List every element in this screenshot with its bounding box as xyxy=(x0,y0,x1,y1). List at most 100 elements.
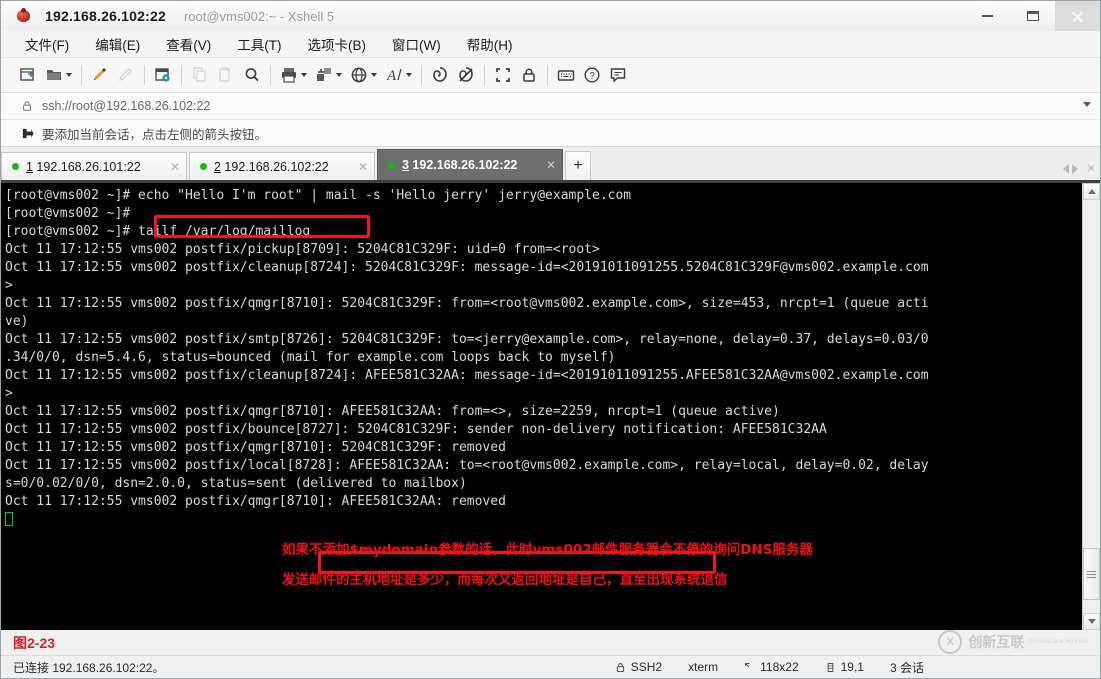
close-icon[interactable]: ✕ xyxy=(358,160,368,174)
print-icon[interactable] xyxy=(276,62,311,88)
tab-session-2[interactable]: 2 192.168.26.102:22 ✕ xyxy=(189,152,375,180)
scrollbar-grip-icon xyxy=(1087,570,1096,578)
scroll-up-button[interactable] xyxy=(1083,183,1100,200)
chevron-down-icon[interactable] xyxy=(371,73,377,77)
tab-navigation: ✕ xyxy=(1062,162,1096,175)
connection-status: 已连接 192.168.26.102:22。 xyxy=(13,660,165,675)
chevron-down-icon[interactable] xyxy=(336,73,342,77)
svg-text:?: ? xyxy=(589,71,595,82)
keyboard-icon[interactable] xyxy=(553,62,579,88)
toolbar-separator xyxy=(181,65,182,85)
status-dot-icon xyxy=(388,161,395,169)
watermark-logo-icon: X xyxy=(938,630,963,654)
terminal-line: Oct 11 17:12:55 vms002 postfix/qmgr[8710… xyxy=(5,494,506,509)
menu-view[interactable]: 查看(V) xyxy=(164,32,213,56)
status-dot-icon xyxy=(12,163,19,170)
help-icon[interactable]: ? xyxy=(579,62,605,88)
terminal-line: Oct 11 17:12:55 vms002 postfix/qmgr[8710… xyxy=(5,296,929,311)
tab-number: 1 xyxy=(26,159,33,174)
maximize-button[interactable] xyxy=(1010,1,1055,31)
tab-label: 2 192.168.26.102:22 xyxy=(214,160,348,174)
menu-tools[interactable]: 工具(T) xyxy=(235,32,283,56)
terminal-line: .34/0/0, dsn=5.4.6, status=bounced (mail… xyxy=(5,350,616,365)
watermark-text: 创新互联 xyxy=(968,634,1025,650)
script-stop-icon[interactable] xyxy=(453,62,479,88)
menu-help[interactable]: 帮助(H) xyxy=(465,32,515,56)
terminal-line: > xyxy=(5,386,13,401)
figure-caption: 图2-23 xyxy=(13,634,56,651)
terminal-size-label: 118x22 xyxy=(760,660,799,674)
annotation-line-2: 发送邮件的主机地址是多少，而每次又返回地址是自己，直至出现系统退信 xyxy=(282,572,728,588)
lock-icon[interactable] xyxy=(516,62,542,88)
tab-label: 1 192.168.26.101:22 xyxy=(26,160,160,174)
menu-tabs[interactable]: 选项卡(B) xyxy=(306,32,369,56)
find-icon[interactable] xyxy=(239,62,265,88)
terminal-output[interactable]: [root@vms002 ~]# echo "Hello I'm root" |… xyxy=(1,183,1082,630)
address-value: ssh://root@192.168.26.102:22 xyxy=(42,99,211,113)
close-button[interactable] xyxy=(1055,1,1100,31)
close-icon[interactable]: ✕ xyxy=(1087,162,1096,175)
size-cell: 118x22 xyxy=(744,660,799,674)
terminal-scrollbar[interactable] xyxy=(1082,183,1100,630)
toolbar-separator xyxy=(421,65,422,85)
scroll-down-button[interactable] xyxy=(1083,613,1100,630)
menu-window[interactable]: 窗口(W) xyxy=(390,32,443,56)
script-run-icon[interactable] xyxy=(427,62,453,88)
chevron-up-icon xyxy=(1087,189,1096,194)
watermark-subtext: CHUANG XIN HU LIAN xyxy=(1028,639,1088,645)
terminal-line: Oct 11 17:12:55 vms002 postfix/cleanup[8… xyxy=(5,260,929,275)
fullscreen-icon[interactable] xyxy=(490,62,516,88)
scrollbar-thumb[interactable] xyxy=(1083,548,1100,600)
tab-host: 192.168.26.102:22 xyxy=(220,159,329,174)
resize-icon xyxy=(745,662,750,667)
title-bar: 192.168.26.102:22 root@vms002:~ - Xshell… xyxy=(1,1,1100,31)
terminal-line: Oct 11 17:12:55 vms002 postfix/cleanup[8… xyxy=(5,368,929,383)
feedback-icon[interactable] xyxy=(605,62,631,88)
tab-bar: 1 192.168.26.101:22 ✕ 2 192.168.26.102:2… xyxy=(1,147,1100,183)
pencil-icon[interactable] xyxy=(113,62,139,88)
sessions-cell: 3 会话 xyxy=(890,659,924,676)
svg-text:A: A xyxy=(386,68,397,84)
watermark: X 创新互联 CHUANG XIN HU LIAN xyxy=(938,630,1088,654)
window-controls xyxy=(965,1,1100,31)
menu-file[interactable]: 文件(F) xyxy=(23,32,71,56)
open-folder-icon[interactable] xyxy=(41,62,76,88)
paste-icon[interactable] xyxy=(213,62,239,88)
globe-icon[interactable] xyxy=(346,62,381,88)
text-cursor xyxy=(5,512,13,526)
terminal-line: ve) xyxy=(5,314,29,329)
chevron-down-icon[interactable] xyxy=(66,73,72,77)
chevron-down-icon[interactable] xyxy=(406,73,412,77)
close-icon[interactable]: ✕ xyxy=(170,160,180,174)
window-title: 192.168.26.102:22 xyxy=(45,8,166,24)
menu-edit[interactable]: 编辑(E) xyxy=(93,32,142,56)
protocol-label: SSH2 xyxy=(630,660,663,674)
close-icon[interactable]: ✕ xyxy=(546,158,556,172)
transfer-file-icon[interactable] xyxy=(311,62,346,88)
tab-host: 192.168.26.102:22 xyxy=(408,158,518,172)
terminal-type-cell: xterm xyxy=(688,660,718,674)
tab-session-3[interactable]: 3 192.168.26.102:22 ✕ xyxy=(377,149,563,180)
new-tab-button[interactable]: + xyxy=(565,151,591,180)
session-properties-icon[interactable] xyxy=(150,62,176,88)
font-icon[interactable]: A xyxy=(381,62,416,88)
tab-session-1[interactable]: 1 192.168.26.101:22 ✕ xyxy=(1,152,187,180)
toolbar-separator xyxy=(81,65,82,85)
paint-brush-icon[interactable] xyxy=(87,62,113,88)
status-indicators: SSH2 xterm 118x22 19,1 3 会话 xyxy=(615,659,1100,676)
chevron-right-icon[interactable] xyxy=(1071,163,1078,174)
chevron-down-icon[interactable] xyxy=(301,73,307,77)
address-bar[interactable]: ssh://root@192.168.26.102:22 xyxy=(1,93,1100,120)
terminal-cursor-line xyxy=(5,511,1082,529)
chevron-down-icon[interactable] xyxy=(1083,102,1091,107)
minimize-button[interactable] xyxy=(965,1,1010,31)
figure-caption-bar: 图2-23 X 创新互联 CHUANG XIN HU LIAN xyxy=(1,630,1100,655)
copy-icon[interactable] xyxy=(187,62,213,88)
new-session-icon[interactable] xyxy=(15,62,41,88)
lock-icon xyxy=(23,101,31,111)
chevron-left-icon[interactable] xyxy=(1062,163,1069,174)
tab-number: 3 xyxy=(402,158,409,172)
cursor-pos-cell: 19,1 xyxy=(825,660,864,674)
cursor-position-label: 19,1 xyxy=(840,660,864,674)
terminal-line: Oct 11 17:12:55 vms002 postfix/pickup[87… xyxy=(5,242,600,257)
